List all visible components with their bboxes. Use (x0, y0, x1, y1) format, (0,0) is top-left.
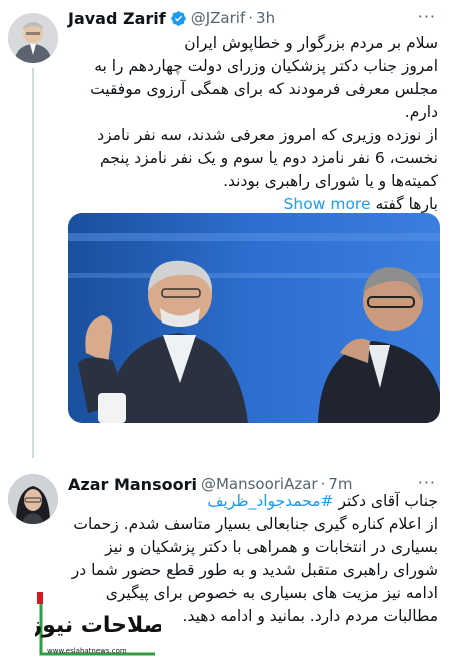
tweet-text-line: از اعلام کناره گیری جنابعالی بسیار متاسف… (73, 515, 438, 533)
tweet-text-line: بسیاری در انتخابات و همراهی با دکتر پزشک… (105, 538, 438, 556)
tweet-photo[interactable] (68, 213, 440, 423)
avatar[interactable] (8, 13, 58, 63)
timestamp[interactable]: 3h (256, 9, 275, 27)
tweet-text: سلام بر مردم بزرگوار و خطاپوش ایران امرو… (68, 32, 438, 216)
tweet-text-line: دارم. (404, 103, 438, 121)
tweet-text-line: کمیته‌ها و یا شورای راهبری بودند. (223, 172, 438, 190)
truncated-text: بارها گفته (375, 195, 438, 213)
more-options-icon[interactable]: ··· (418, 7, 436, 26)
tweet-javad-zarif[interactable]: Javad Zarif @JZarif · 3h ··· سلام بر مرد… (0, 0, 450, 458)
hashtag-link[interactable]: #محمدجواد_ظریف (207, 492, 333, 510)
tweet-text-line: امروز جناب دکتر پزشکیان وزرای دولت چهارد… (94, 57, 438, 75)
thread-connector-line (32, 68, 34, 458)
tweet-header: Javad Zarif @JZarif · 3h ··· (68, 7, 442, 29)
watermark-url: www.eslahatnews.com (47, 647, 127, 655)
svg-text:اصلاحات نیوز: اصلاحات نیوز (35, 613, 161, 638)
display-name[interactable]: Javad Zarif (68, 9, 166, 28)
tweet-text-line: از نوزده وزیری که امروز معرفی شدند، سه ن… (97, 126, 438, 144)
avatar[interactable] (8, 474, 58, 524)
tweet-text-prefix: جناب آقای دکتر (338, 492, 438, 510)
show-more-link[interactable]: Show more (284, 195, 371, 213)
handle[interactable]: @JZarif (191, 9, 246, 27)
tweet-text-line: شورای راهبری متقبل شدید و به طور قطع حضو… (71, 561, 438, 579)
tweet-text-line: نخست، 6 نفر نامزد دوم یا سوم و یک نفر نا… (99, 149, 438, 167)
tweet-text-line: جناب آقای دکتر #محمدجواد_ظریف (68, 490, 438, 513)
verified-badge-icon (170, 10, 187, 27)
tweet-text-line: سلام بر مردم بزرگوار و خطاپوش ایران (184, 34, 438, 52)
separator-dot: · (248, 9, 254, 27)
tweet-text-line: مجلس معرفی فرمودند که برای همگی آرزوی مو… (90, 80, 438, 98)
